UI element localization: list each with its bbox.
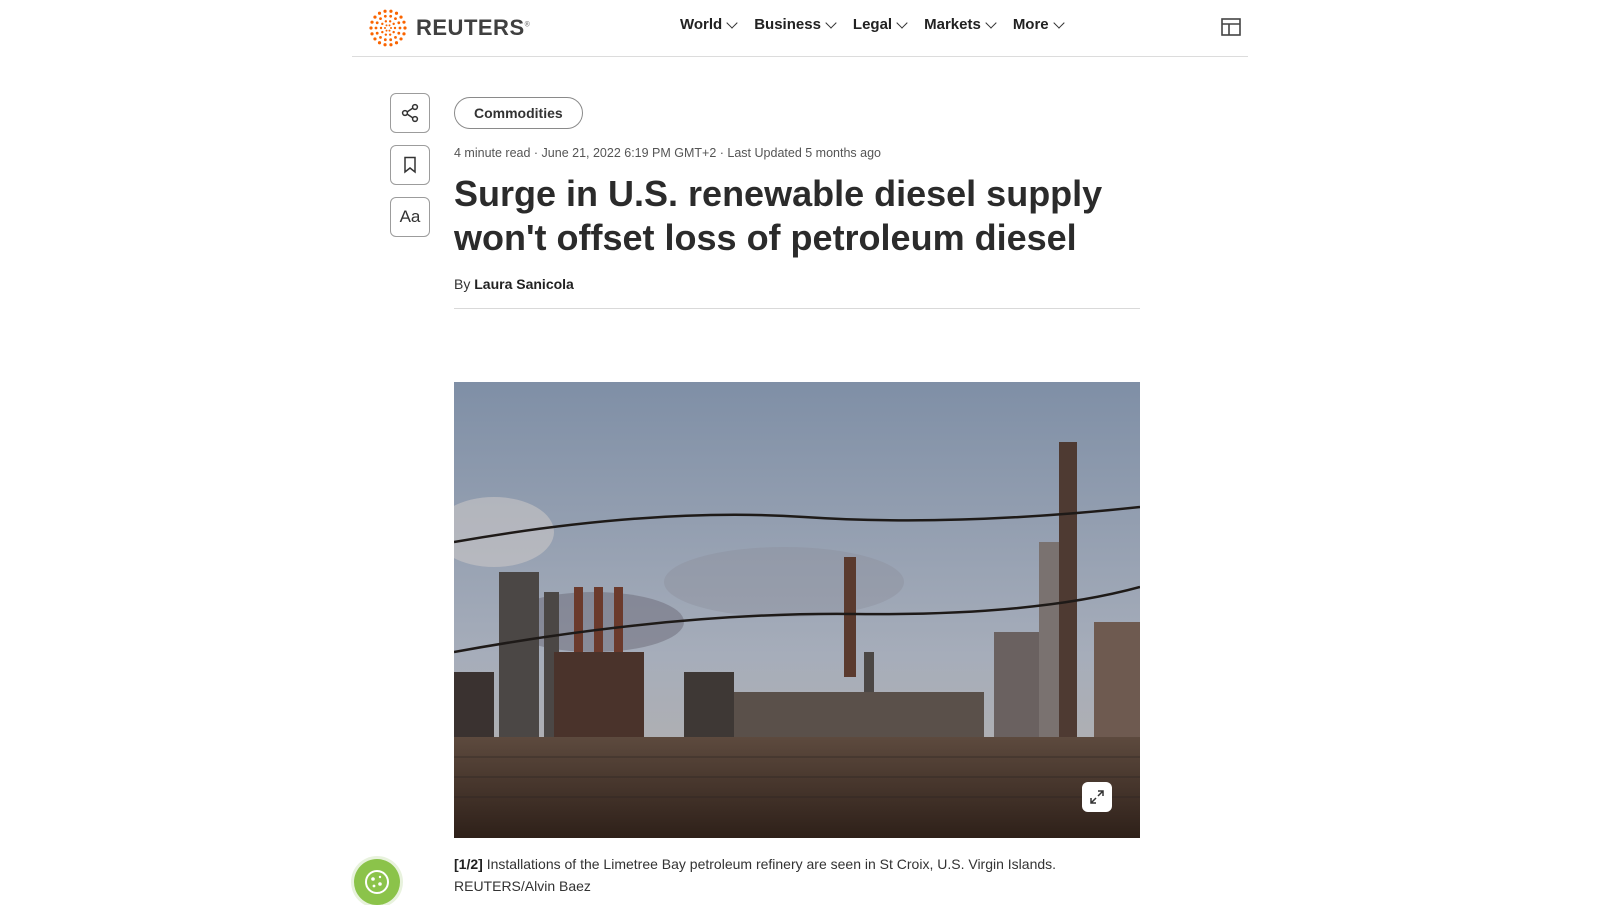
- reuters-logo-icon: [369, 9, 407, 47]
- share-button[interactable]: [390, 93, 430, 133]
- byline: By Laura Sanicola: [454, 276, 574, 292]
- article-photo[interactable]: [454, 382, 1140, 838]
- caption-text: Installations of the Limetree Bay petrol…: [454, 856, 1057, 894]
- nav-item-markets[interactable]: Markets: [924, 16, 997, 33]
- byline-prefix: By: [454, 276, 471, 292]
- share-icon: [401, 103, 419, 123]
- cookie-settings-button[interactable]: [354, 859, 400, 905]
- author-link[interactable]: Laura Sanicola: [474, 276, 574, 292]
- main-nav: World Business Legal Markets More: [680, 16, 1065, 33]
- expand-image-button[interactable]: [1082, 782, 1112, 812]
- nav-item-more[interactable]: More: [1012, 16, 1065, 33]
- chevron-down-icon: [896, 16, 908, 29]
- site-header: REUTERS® World Business Legal Markets Mo…: [352, 0, 1248, 57]
- chevron-down-icon: [726, 16, 738, 29]
- bookmark-button[interactable]: [390, 145, 430, 185]
- text-size-label: Aa: [399, 207, 421, 226]
- logo-wordmark: REUTERS®: [416, 15, 531, 40]
- chevron-down-icon: [1052, 16, 1065, 29]
- nav-label: More: [1012, 16, 1049, 33]
- expand-icon: [1090, 790, 1104, 804]
- photo-caption: [1/2] Installations of the Limetree Bay …: [454, 853, 1144, 897]
- nav-item-world[interactable]: World: [680, 16, 738, 33]
- nav-label: Markets: [924, 16, 981, 33]
- nav-label: World: [680, 16, 723, 33]
- nav-item-legal[interactable]: Legal: [852, 16, 908, 33]
- nav-label: Legal: [852, 16, 893, 33]
- divider: [454, 308, 1140, 309]
- reuters-logo[interactable]: REUTERS®: [368, 8, 530, 48]
- chevron-down-icon: [985, 16, 997, 29]
- article-meta: 4 minute read · June 21, 2022 6:19 PM GM…: [454, 146, 881, 160]
- refinery-illustration: [454, 382, 1140, 838]
- text-size-button[interactable]: Aa: [390, 197, 430, 237]
- category-pill[interactable]: Commodities: [454, 97, 583, 129]
- nav-label: Business: [754, 16, 821, 33]
- bookmark-icon: [404, 156, 416, 174]
- nav-item-business[interactable]: Business: [754, 16, 837, 33]
- article-title: Surge in U.S. renewable diesel supply wo…: [454, 173, 1103, 258]
- chevron-down-icon: [825, 16, 837, 29]
- layout-icon[interactable]: [1220, 16, 1242, 38]
- cookie-icon: [365, 870, 389, 894]
- photo-counter: [1/2]: [454, 856, 483, 872]
